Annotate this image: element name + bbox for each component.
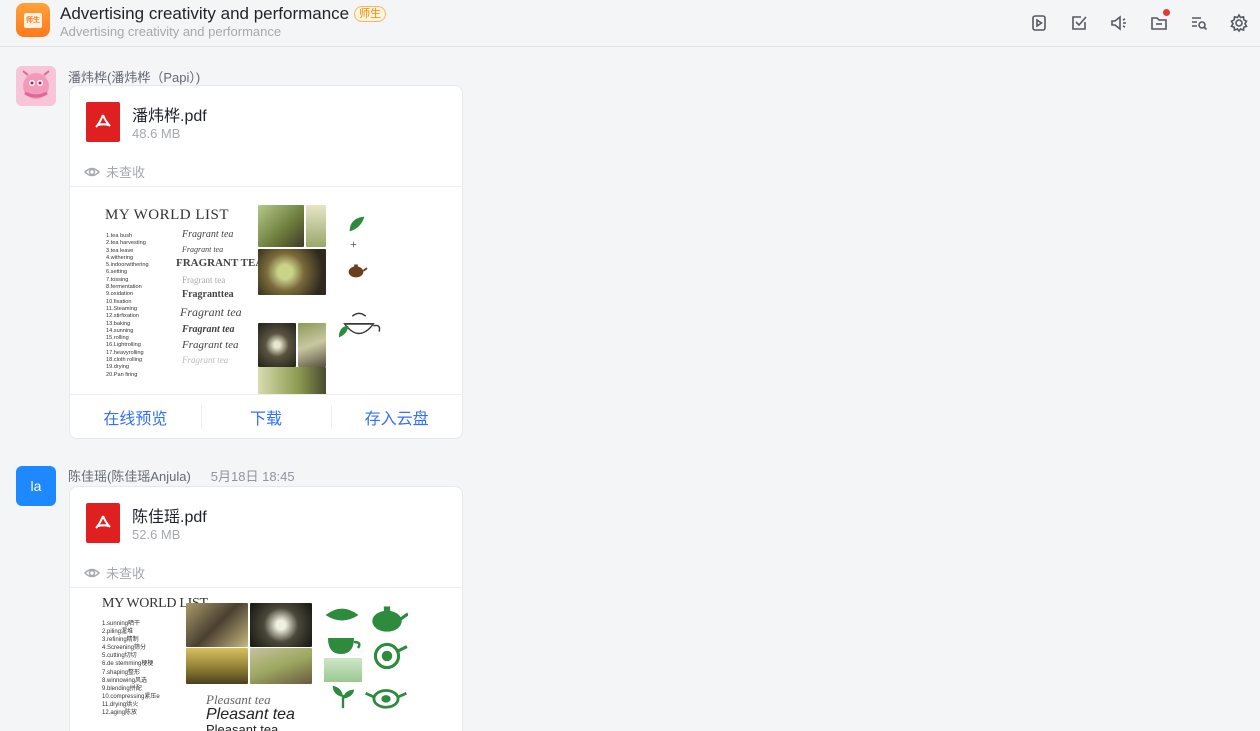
settings-icon[interactable] — [1226, 10, 1252, 36]
file-name: 陈佳瑶.pdf — [132, 509, 207, 526]
folder-icon[interactable] — [1146, 9, 1172, 36]
eye-icon — [83, 568, 101, 577]
group-type-badge: 师生 — [354, 6, 387, 22]
font-sample: Fragrant tea — [182, 339, 239, 351]
file-size: 48.6 MB — [132, 126, 181, 141]
chat-title: Advertising creativity and performance 师生 — [60, 4, 387, 24]
tea-photo — [306, 205, 326, 247]
read-status: 未查收 — [83, 162, 145, 181]
pdf-preview[interactable]: MY WORLD LIST 1.sunning晒干 2.piling渥堆 3.r… — [70, 588, 462, 731]
read-status-text: 未查收 — [106, 165, 146, 180]
preview-title: MY WORLD LIST — [105, 207, 229, 223]
sender-name: 潘炜桦(潘炜桦（Papi）) — [68, 67, 200, 86]
notification-dot — [1163, 9, 1170, 16]
tea-photo — [250, 603, 312, 647]
tea-swirl-icon — [373, 642, 408, 670]
pdf-preview[interactable]: MY WORLD LIST 1.tea bush 2.tea harvestin… — [70, 187, 462, 395]
tea-photo — [258, 249, 326, 295]
tea-photo — [186, 603, 248, 647]
font-sample: FRAGRANT TEA — [176, 257, 264, 269]
save-to-cloud-button[interactable]: 存入云盘 — [331, 395, 462, 438]
font-sample: Fragrant tea — [182, 245, 224, 254]
group-avatar-icon[interactable]: 师生 — [16, 3, 50, 37]
font-sample: Fragrant tea — [182, 229, 234, 240]
file-info[interactable]: 潘炜桦.pdf 48.6 MB — [70, 86, 462, 158]
pdf-file-icon — [86, 503, 120, 543]
file-card[interactable]: 潘炜桦.pdf 48.6 MB 未查收 MY WORLD LIST 1.tea … — [69, 85, 463, 439]
tea-leaf-icon — [349, 216, 365, 232]
read-status: 未查收 — [83, 563, 145, 582]
header-toolbar — [1026, 9, 1252, 36]
file-actions: 在线预览 下载 存入云盘 — [70, 394, 462, 438]
preview-online-button[interactable]: 在线预览 — [70, 395, 201, 438]
download-button[interactable]: 下载 — [200, 395, 332, 438]
teapot-icon — [365, 689, 407, 709]
font-sample: Fragrant tea — [182, 355, 229, 365]
video-icon[interactable] — [1026, 10, 1052, 36]
plus-sign: + — [350, 237, 357, 251]
sender-name: 陈佳瑶(陈佳瑶Anjula) 5月18日 18:45 — [68, 466, 295, 485]
tea-sprout-icon — [332, 685, 355, 709]
file-size: 52.6 MB — [132, 527, 181, 542]
tea-photo — [186, 648, 248, 684]
preview-list: 1.tea bush 2.tea harvesting 3.tea leave … — [106, 233, 149, 378]
tea-photo — [324, 658, 362, 682]
preview-list: 1.sunning晒干 2.piling渥堆 3.refining精制 4.Sc… — [102, 621, 160, 717]
font-sample: Pleasant tea — [206, 722, 279, 731]
tea-photo — [250, 648, 312, 684]
pdf-file-icon — [86, 102, 120, 142]
tea-photo — [258, 205, 304, 247]
teacup-icon — [328, 638, 361, 654]
read-status-text: 未查收 — [106, 566, 146, 581]
eye-icon — [83, 167, 101, 176]
chat-header: 师生 Advertising creativity and performanc… — [0, 0, 1260, 47]
font-sample: Fragranttea — [182, 289, 234, 300]
teapot-icon — [372, 606, 408, 632]
font-sample: Fragrant tea — [180, 305, 242, 319]
avatar[interactable]: la — [16, 466, 56, 506]
group-avatar-label: 师生 — [24, 12, 42, 28]
teapot-outline-icon — [338, 312, 381, 338]
sender-name-text: 陈佳瑶(陈佳瑶Anjula) — [68, 469, 191, 484]
avatar[interactable] — [16, 66, 56, 106]
chat-subtitle: Advertising creativity and performance — [60, 24, 282, 39]
tea-leaf-icon — [325, 608, 359, 621]
search-history-icon[interactable] — [1186, 10, 1212, 36]
message-time: 5月18日 18:45 — [210, 469, 295, 484]
tea-photo — [298, 323, 326, 367]
task-check-icon[interactable] — [1066, 10, 1092, 36]
file-name: 潘炜桦.pdf — [132, 108, 207, 125]
tea-photo — [258, 367, 326, 395]
tea-photo — [258, 323, 296, 367]
announcement-icon[interactable] — [1106, 10, 1132, 36]
font-sample: Fragrant tea — [182, 275, 226, 285]
file-card[interactable]: 陈佳瑶.pdf 52.6 MB 未查收 MY WORLD LIST 1.sunn… — [69, 486, 463, 731]
font-sample: Fragrant tea — [182, 324, 235, 335]
file-info[interactable]: 陈佳瑶.pdf 52.6 MB — [70, 487, 462, 559]
sender-name-text: 潘炜桦(潘炜桦（Papi）) — [68, 70, 201, 85]
chat-title-text: Advertising creativity and performance — [60, 4, 350, 23]
teapot-icon — [348, 264, 368, 278]
